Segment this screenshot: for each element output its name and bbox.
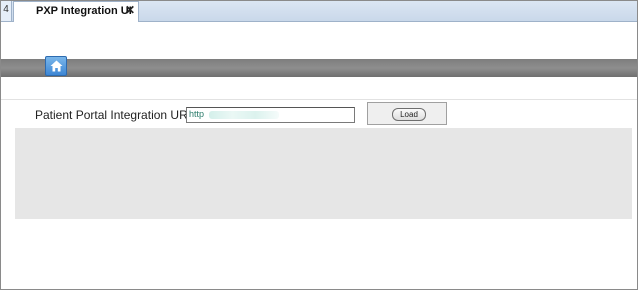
url-label: Patient Portal Integration URL: xyxy=(35,108,198,122)
home-button[interactable] xyxy=(45,56,67,76)
home-icon xyxy=(50,60,63,72)
tab-scroll-left[interactable]: 4 xyxy=(1,1,12,21)
tab-pxp-integration[interactable]: PXP Integration UI ✕ xyxy=(13,1,139,22)
url-input[interactable]: http xyxy=(186,107,355,123)
redacted-url xyxy=(209,111,279,119)
close-icon[interactable]: ✕ xyxy=(125,3,135,17)
url-value: http xyxy=(189,109,205,119)
navigation-bar xyxy=(1,59,637,77)
tab-strip: 4 PXP Integration UI ✕ xyxy=(1,1,637,22)
app-window: 4 PXP Integration UI ✕ Patient Portal In… xyxy=(0,0,638,290)
load-button-frame: Load xyxy=(367,102,447,125)
tab-title: PXP Integration UI xyxy=(36,5,132,17)
divider xyxy=(1,99,637,100)
load-button[interactable]: Load xyxy=(392,108,426,121)
content-panel xyxy=(15,128,632,219)
